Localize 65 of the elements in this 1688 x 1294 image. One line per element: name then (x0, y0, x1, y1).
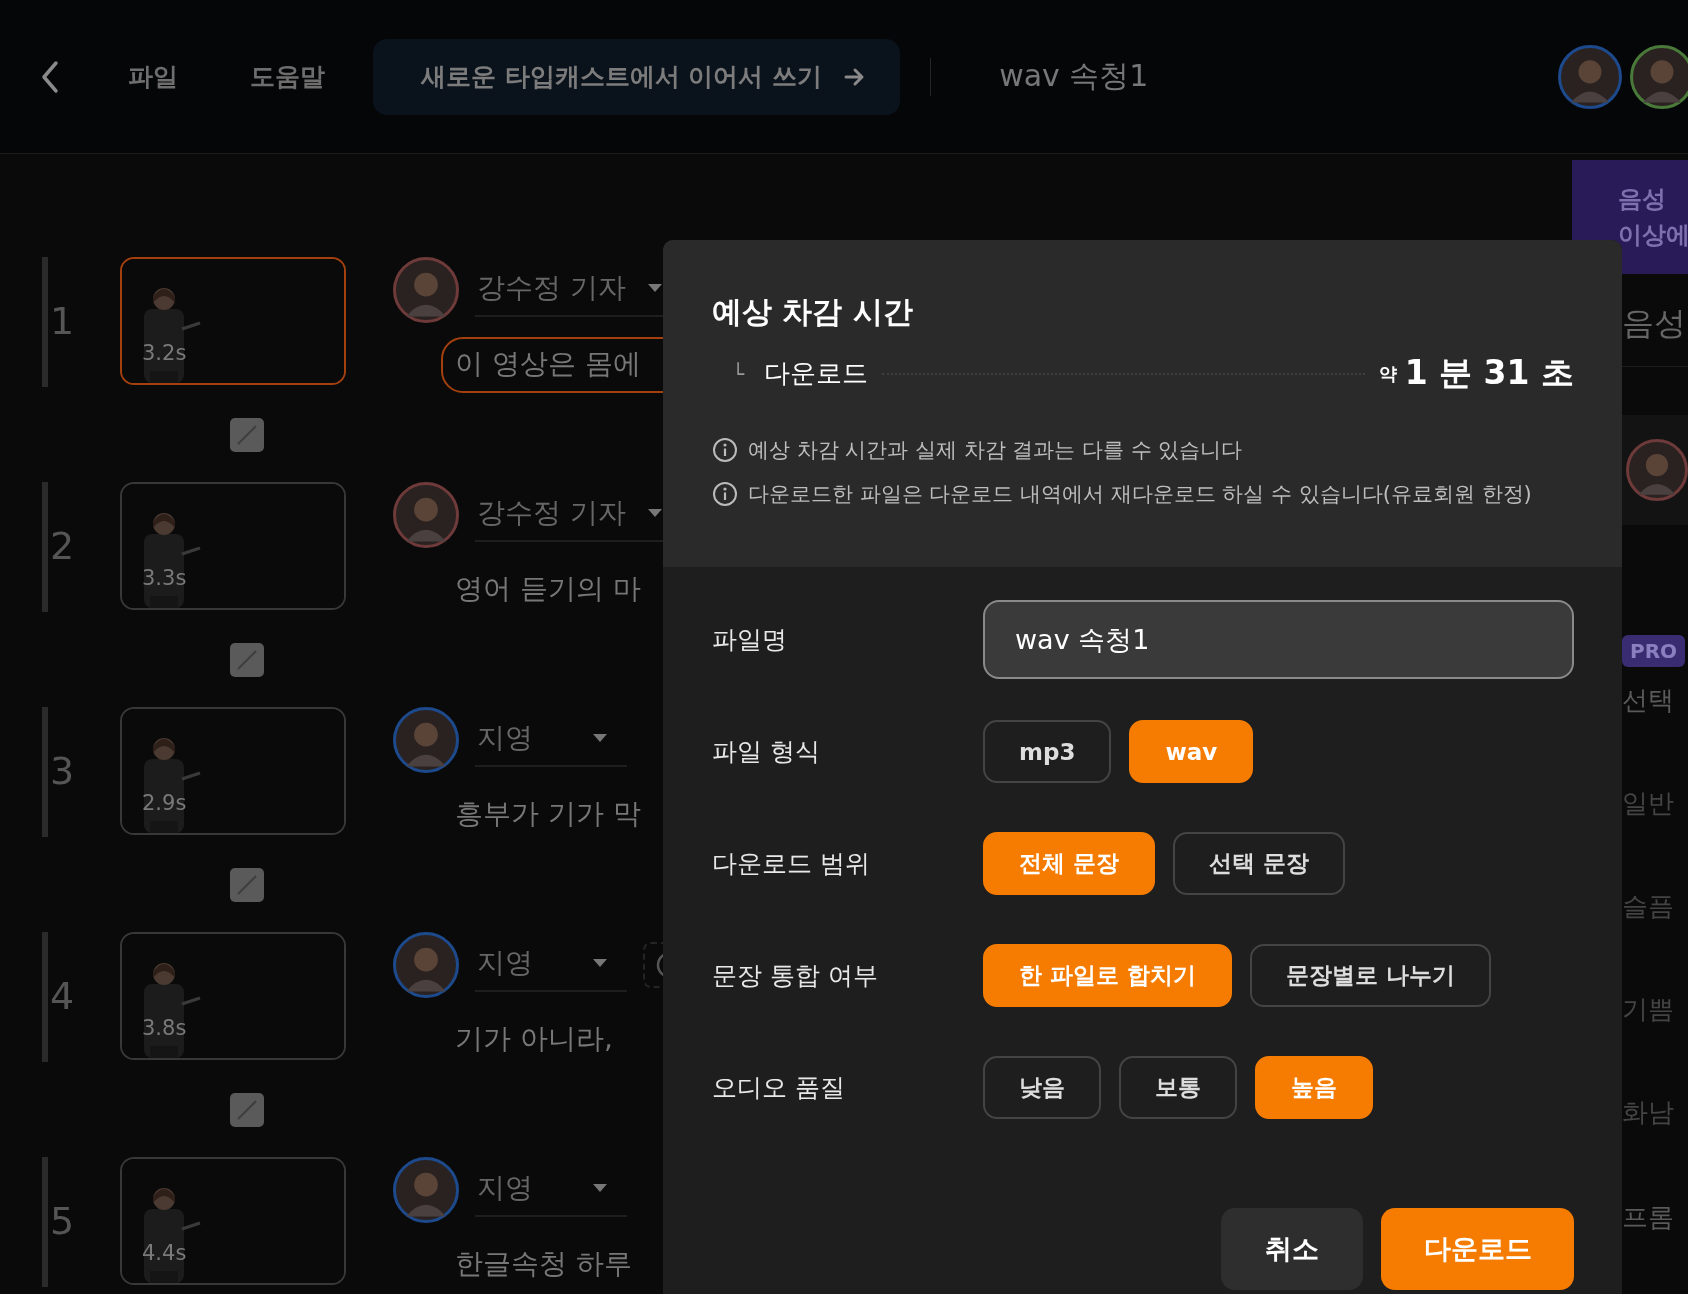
note-text: 예상 차감 시간과 실제 차감 결과는 다를 수 있습니다 (748, 437, 1243, 464)
duration-label: 3.8s (142, 1016, 187, 1040)
pause-toggle-icon[interactable] (229, 641, 265, 678)
speaker-dropdown[interactable]: 지영 (475, 1163, 627, 1217)
duration-label: 2.9s (142, 791, 187, 815)
field-label: 오디오 품질 (712, 1072, 846, 1104)
field-label: 파일명 (712, 624, 788, 656)
thumbnail[interactable]: 3.3s (120, 482, 346, 610)
menu-item[interactable]: 도움말 (250, 60, 325, 93)
info-icon (712, 481, 738, 507)
sentence-number: 1 (50, 299, 75, 345)
pause-toggle-icon[interactable] (229, 416, 265, 453)
section-label: 선택 (1621, 684, 1675, 717)
speaker-dropdown[interactable]: 지영 (475, 713, 627, 767)
option-button[interactable]: wav (1129, 720, 1254, 783)
note-text: 다운로드한 파일은 다운로드 내역에서 재다운로드 하실 수 있습니다(유료회원 한정) (748, 481, 1532, 508)
duration-label: 3.3s (142, 566, 187, 590)
cost-label: 다운로드 (764, 357, 869, 390)
cost-value: 1 분 31 초 (1404, 352, 1574, 394)
thumbnail[interactable]: 3.8s (120, 932, 346, 1060)
document-title[interactable]: wav 속청1 (999, 56, 1149, 97)
sentence-number: 4 (50, 974, 75, 1020)
sentence-number: 3 (50, 749, 75, 795)
option-button[interactable]: 전체 문장 (983, 832, 1155, 895)
field-label: 파일 형식 (712, 736, 821, 768)
caret-icon (647, 284, 662, 292)
cancel-button[interactable]: 취소 (1221, 1208, 1363, 1290)
caret-icon (647, 509, 662, 517)
option-button[interactable]: 높음 (1255, 1056, 1373, 1119)
user-avatar-icon (1630, 44, 1688, 109)
sentence-number: 2 (50, 524, 75, 570)
option-button[interactable]: 문장별로 나누기 (1250, 944, 1492, 1007)
caret-icon (593, 1184, 607, 1192)
download-button[interactable]: 다운로드 (1381, 1208, 1574, 1290)
duration-label: 3.2s (142, 341, 187, 365)
branch-mark: └ (732, 361, 745, 386)
thumbnail[interactable]: 4.4s (120, 1157, 346, 1285)
pause-toggle-icon[interactable] (229, 866, 265, 903)
info-icon (712, 437, 738, 463)
option-button[interactable]: 낮음 (983, 1056, 1101, 1119)
field-label: 다운로드 범위 (712, 848, 871, 880)
dialog-title: 예상 차감 시간 (712, 293, 914, 331)
banner-text: 이상에 (1618, 220, 1688, 251)
caret-icon (593, 734, 607, 742)
caret-icon (593, 959, 607, 967)
option-button[interactable]: 한 파일로 합치기 (983, 944, 1232, 1007)
pause-toggle-icon[interactable] (229, 1091, 265, 1128)
option-button[interactable]: mp3 (983, 720, 1112, 783)
cost-prefix: 약 (1378, 361, 1397, 386)
option-button[interactable]: 선택 문장 (1173, 832, 1346, 895)
thumbnail[interactable]: 2.9s (120, 707, 346, 835)
user-avatar-icon (1558, 44, 1622, 109)
thumbnail[interactable]: 3.2s (120, 257, 346, 385)
sentence-number: 5 (50, 1199, 75, 1245)
section-label: 프롬 (1621, 1201, 1675, 1234)
duration-label: 4.4s (142, 1241, 187, 1265)
menu-item[interactable]: 파일 (128, 60, 178, 93)
pro-badge: PRO (1622, 635, 1686, 667)
file-name-field[interactable]: wav 속청1 (983, 600, 1574, 679)
field-label: 문장 통합 여부 (712, 960, 879, 992)
speaker-dropdown[interactable]: 지영 (475, 938, 627, 992)
banner-text: 음성 (1618, 184, 1667, 215)
option-button[interactable]: 보통 (1119, 1056, 1237, 1119)
promo-button[interactable]: 새로운 타입캐스트에서 이어서 쓰기 (373, 38, 901, 115)
voice-avatar-icon (1626, 439, 1688, 501)
